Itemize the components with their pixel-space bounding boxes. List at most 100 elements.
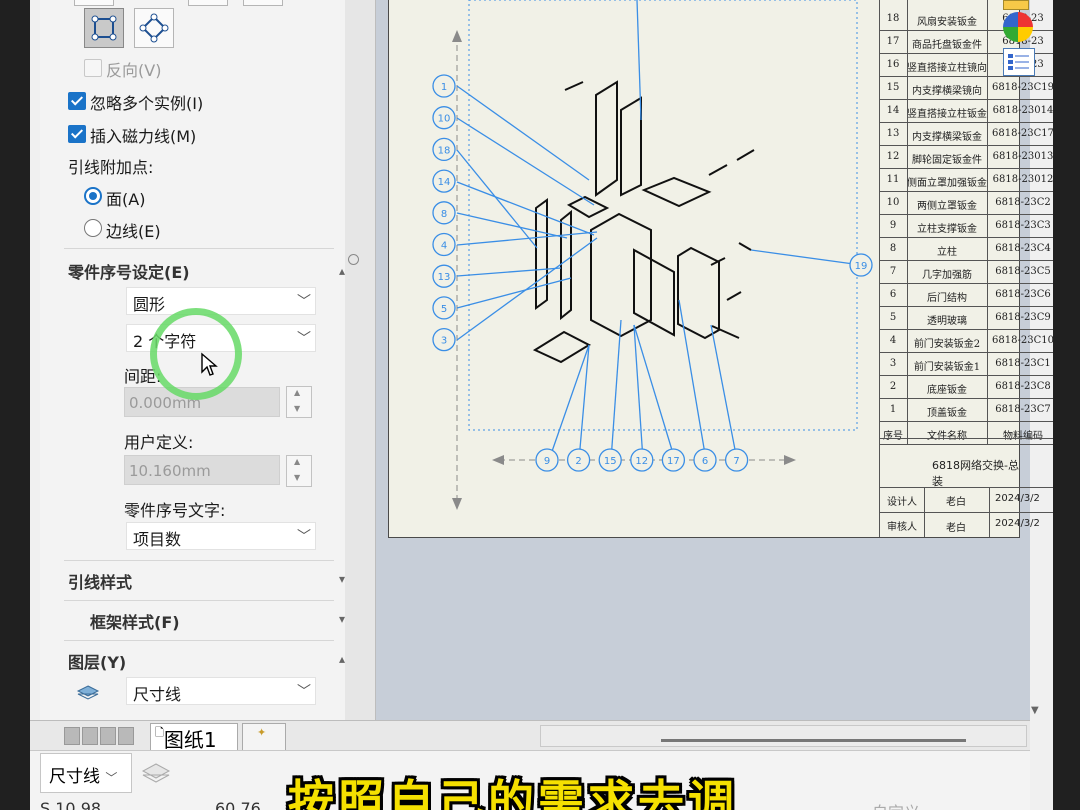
balloon[interactable]: 18 (432, 137, 456, 162)
balloon[interactable]: 12 (630, 448, 654, 472)
sheet-icon: 🗋 (155, 726, 164, 739)
bom-cell-code: 6818-23C17 (992, 128, 1053, 139)
bom-cell-no: 10 (886, 197, 900, 208)
edge-radio[interactable] (84, 219, 102, 237)
bom-cell-name: 前门安装钣金1 (913, 362, 981, 373)
frame-style-title[interactable]: 框架样式(F) (90, 609, 180, 633)
user-defined-spinner[interactable] (286, 455, 312, 487)
bom-cell-code: 6818-23013 (992, 151, 1053, 162)
divider (879, 438, 1053, 439)
divider (879, 0, 880, 537)
chevron-down-icon: ﹀ (105, 771, 118, 785)
chevron-down-icon: ﹀ (297, 684, 311, 700)
status-coordinate-left: S 10.98 (40, 799, 102, 810)
reverse-checkbox[interactable] (84, 59, 102, 77)
divider (64, 560, 334, 561)
balloon-style-select[interactable]: 圆形 ﹀ (126, 287, 316, 315)
reviewer-label: 审核人 (887, 522, 917, 533)
chevron-down-icon: ﹀ (297, 294, 311, 310)
balloon[interactable]: 3 (432, 327, 456, 352)
balloon[interactable]: 17 (661, 448, 686, 472)
balloon[interactable]: 10 (432, 106, 456, 130)
user-defined-input[interactable]: 10.160mm (124, 455, 280, 485)
insert-magnetic-line-checkbox[interactable] (68, 125, 86, 143)
bom-cell-code: 6818-23C4 (995, 243, 1051, 254)
splitter-handle-icon[interactable] (348, 254, 359, 265)
ignore-instances-checkbox[interactable] (68, 92, 86, 110)
bom-cell-name: 几字加强筋 (922, 270, 972, 281)
first-sheet-button[interactable] (64, 727, 80, 745)
user-defined-label: 用户定义: (124, 433, 194, 452)
scrollbar-thumb[interactable] (661, 739, 966, 742)
bom-cell-no: 18 (886, 13, 900, 24)
balloon[interactable]: 1 (432, 74, 456, 98)
balloon-number: 5 (441, 304, 447, 315)
bom-cell-name: 竖直搭接立柱钣金 (907, 109, 987, 120)
balloon-square-layout-icon[interactable] (84, 8, 124, 48)
horizontal-scrollbar[interactable] (540, 725, 1027, 747)
add-sheet-button[interactable]: ✦ (242, 723, 286, 751)
balloon[interactable]: 13 (432, 264, 456, 288)
balloon[interactable]: 15 (598, 448, 622, 472)
bom-cell-no: 15 (886, 82, 900, 93)
balloon-number: 15 (604, 456, 617, 467)
top-icon-button-3[interactable] (243, 0, 283, 6)
layer-title[interactable]: 图层(Y) (68, 649, 126, 673)
balloon[interactable]: 7 (724, 448, 749, 472)
property-list-icon[interactable] (1003, 48, 1035, 76)
layer-dropdown[interactable]: 尺寸线 ﹀ (40, 753, 132, 793)
bom-cell-name: 商品托盘钣金件 (912, 40, 982, 51)
balloon-number: 3 (441, 336, 447, 347)
balloon-circular-layout-icon[interactable] (134, 8, 174, 48)
face-radio[interactable] (84, 187, 102, 205)
bom-cell-no: 2 (889, 381, 897, 392)
balloon[interactable]: 19 (849, 253, 873, 277)
bom-cell-no: 7 (889, 266, 897, 277)
top-icon-button-1[interactable] (74, 0, 114, 6)
leader-style-title[interactable]: 引线样式 (68, 569, 132, 593)
status-units[interactable]: 自定义 (872, 799, 920, 810)
last-sheet-button[interactable] (118, 727, 134, 745)
balloon-number: 8 (441, 209, 447, 220)
balloon[interactable]: 14 (432, 169, 456, 193)
bom-cell-code: 6818-23C2 (995, 197, 1051, 208)
prev-sheet-button[interactable] (82, 727, 98, 745)
divider (64, 248, 334, 249)
balloon-text-select[interactable]: 项目数 ﹀ (126, 522, 316, 550)
appearance-icon[interactable] (1003, 12, 1033, 42)
bom-row: 9 立柱支撑钣金 6818-23C3 (879, 214, 1053, 238)
balloon-number: 4 (441, 241, 447, 252)
scroll-down-icon[interactable]: ▼ (1031, 705, 1039, 716)
face-label: 面(A) (106, 190, 146, 209)
bom-cell-name: 竖直搭接立柱镜向 (907, 63, 987, 74)
divider (64, 600, 334, 601)
balloon-settings-title[interactable]: 零件序号设定(E) (68, 259, 190, 283)
balloon[interactable]: 6 (693, 448, 717, 472)
splitter[interactable] (345, 0, 376, 720)
layers-icon[interactable] (140, 761, 172, 789)
drawing-sheet[interactable]: 1101814841353 9215121767 19 18风扇安装钣金6818… (388, 0, 1053, 538)
next-sheet-button[interactable] (100, 727, 116, 745)
graphics-area[interactable]: 1101814841353 9215121767 19 18风扇安装钣金6818… (345, 0, 1053, 720)
cursor-highlight (150, 308, 242, 400)
divider (924, 487, 925, 537)
tab-sheet1[interactable]: 🗋图纸1 (150, 723, 238, 752)
user-defined-value: 10.160mm (129, 462, 211, 480)
balloon[interactable]: 9 (535, 448, 559, 472)
ignore-instances-label: 忽略多个实例(I) (90, 94, 204, 113)
layer-select[interactable]: 尺寸线 ﹀ (126, 677, 316, 705)
balloon[interactable]: 4 (432, 232, 456, 257)
insert-magnetic-line-label: 插入磁力线(M) (90, 127, 197, 146)
balloon-number: 9 (544, 456, 550, 467)
bom-cell-name: 底座钣金 (927, 385, 967, 396)
spacing-spinner[interactable] (286, 386, 312, 418)
bom-cell-no: 5 (889, 312, 897, 323)
balloon[interactable]: 2 (566, 448, 591, 472)
bom-cell-name: 后门结构 (927, 293, 967, 304)
balloon-number: 19 (855, 261, 868, 272)
top-icon-button-2[interactable] (188, 0, 228, 6)
balloon[interactable]: 8 (432, 201, 456, 225)
bom-row: 1 顶盖钣金 6818-23C7 (879, 398, 1053, 422)
toolbar-folder-icon[interactable] (1003, 0, 1029, 10)
balloon[interactable]: 5 (432, 296, 456, 320)
